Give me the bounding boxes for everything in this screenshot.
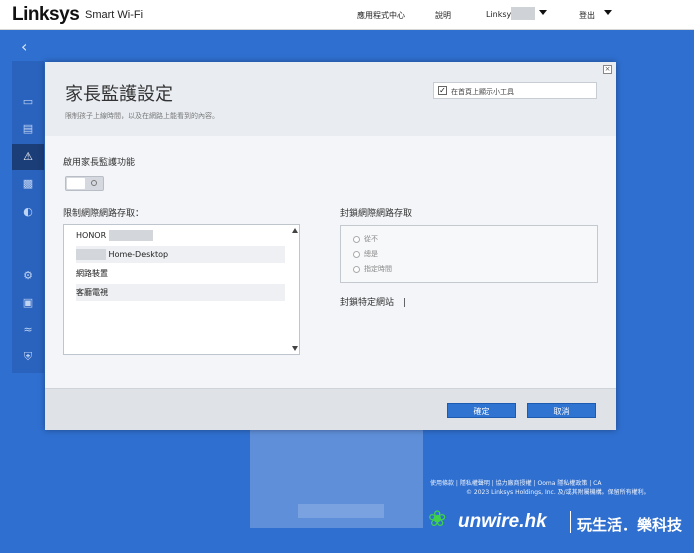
background-button [298, 504, 384, 518]
device-name: 客廳電視 [76, 288, 108, 297]
radio-icon[interactable] [353, 265, 360, 273]
radio-option-always[interactable]: 總是 [353, 249, 378, 259]
media-prioritization-icon[interactable]: ▩ [14, 174, 42, 194]
device-name: Home-Desktop [108, 250, 169, 259]
speed-test-icon[interactable]: ◐ [14, 202, 42, 222]
close-icon[interactable]: × [603, 65, 612, 74]
enable-parental-controls-toggle[interactable] [65, 176, 104, 191]
product-name: Smart Wi-Fi [85, 9, 144, 21]
radio-label: 從不 [364, 235, 378, 243]
show-widget-checkbox[interactable]: ✓ [438, 86, 447, 95]
back-arrow-icon[interactable]: ‹ [21, 37, 27, 56]
ok-button[interactable]: 確定 [447, 403, 516, 418]
toggle-off-icon [91, 180, 97, 186]
device-row[interactable]: 網路裝置 [76, 265, 285, 282]
radio-label: 指定時間 [364, 265, 392, 273]
device-row[interactable]: Home-Desktop [76, 246, 285, 263]
nav-help[interactable]: 說明 [435, 10, 451, 21]
nav-logout[interactable]: 登出 [579, 10, 595, 21]
toggle-knob [67, 178, 85, 189]
nav-app-center[interactable]: 應用程式中心 [357, 10, 405, 21]
block-sites-label: 封鎖特定網站 [340, 298, 395, 308]
wifi-settings-icon[interactable]: ▤ [14, 119, 42, 139]
logout-chevron-down-icon[interactable] [604, 10, 612, 15]
footer-links[interactable]: 使用條款 | 隱私權聲明 | 協力廠商授權 | Ooma 隱私權政策 | CA [430, 478, 601, 487]
devices-icon[interactable]: ▭ [14, 92, 42, 112]
connectivity-icon[interactable]: ⚙ [14, 266, 42, 286]
device-list[interactable]: HONOR Home-Desktop 網路裝置 客廳電視 [63, 224, 300, 355]
user-name-redacted [511, 7, 535, 20]
text-cursor-icon: | [402, 298, 406, 308]
restrict-access-label: 限制網際網路存取： [63, 209, 145, 219]
dialog-footer: 確定 取消 [45, 388, 616, 430]
device-row[interactable]: HONOR [76, 227, 285, 244]
block-access-options: 從不 總是 指定時間 [340, 225, 598, 283]
radio-icon[interactable] [353, 235, 360, 243]
parental-controls-dialog: × 家長監護設定 限制孩子上線時間，以及在網路上能看到的內容。 ✓ 在首頁上顯示… [45, 62, 616, 430]
show-widget-option[interactable]: ✓ 在首頁上顯示小工具 [433, 82, 597, 99]
device-name: HONOR [76, 231, 107, 240]
radio-icon[interactable] [353, 250, 360, 258]
block-access-label: 封鎖網際網路存取 [340, 209, 413, 219]
background-panel [250, 428, 423, 528]
user-chevron-down-icon[interactable] [539, 10, 547, 15]
cancel-button[interactable]: 取消 [527, 403, 596, 418]
wireless-icon[interactable]: ≈ [14, 320, 42, 340]
radio-option-never[interactable]: 從不 [353, 234, 378, 244]
unwire-leaf-icon: ❀ [428, 507, 447, 532]
dialog-subtitle: 限制孩子上線時間，以及在網路上能看到的內容。 [65, 112, 219, 120]
scroll-down-icon[interactable] [292, 346, 298, 351]
security-icon[interactable]: ⛨ [14, 347, 42, 367]
device-name-redacted [76, 249, 106, 260]
block-sites-link[interactable]: 封鎖特定網站 | [340, 295, 406, 308]
show-widget-label: 在首頁上顯示小工具 [451, 88, 514, 96]
troubleshooting-icon[interactable]: ▣ [14, 293, 42, 313]
dialog-header: × 家長監護設定 限制孩子上線時間，以及在網路上能看到的內容。 ✓ 在首頁上顯示… [45, 62, 616, 136]
dialog-title: 家長監護設定 [65, 84, 173, 105]
top-bar: Linksys Smart Wi-Fi 應用程式中心 說明 Linksys 登出 [0, 0, 694, 30]
radio-option-schedule[interactable]: 指定時間 [353, 264, 392, 274]
watermark-brand: unwire.hk [458, 511, 547, 532]
device-name: 網路裝置 [76, 269, 108, 278]
enable-parental-controls-label: 啟用家長監護功能 [63, 158, 136, 168]
scroll-up-icon[interactable] [292, 228, 298, 233]
watermark-separator [570, 511, 571, 533]
footer-copyright: © 2023 Linksys Holdings, Inc. 及/或其附屬機構。保… [466, 489, 650, 496]
parental-controls-icon[interactable]: ⚠ [12, 144, 44, 170]
device-row[interactable]: 客廳電視 [76, 284, 285, 301]
watermark-slogan: 玩生活．樂科技 [577, 516, 683, 534]
device-name-redacted [108, 230, 153, 241]
radio-label: 總是 [364, 250, 378, 258]
linksys-logo[interactable]: Linksys [12, 4, 80, 26]
